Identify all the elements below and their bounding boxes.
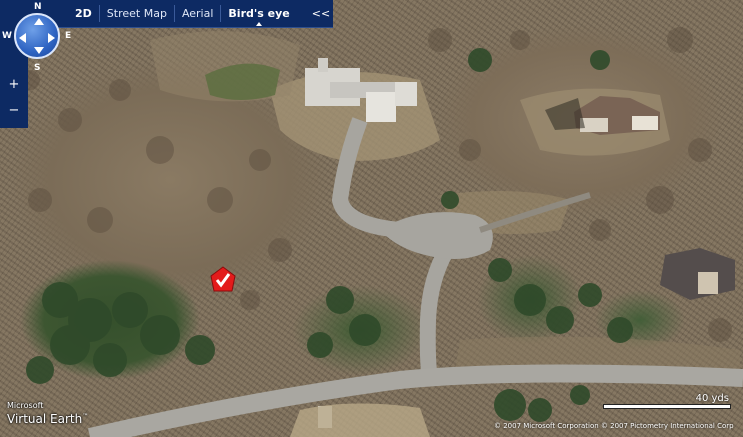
scale-line xyxy=(603,404,731,409)
brand-virtual-earth: Virtual Earth™ xyxy=(7,412,89,426)
pan-north-icon[interactable] xyxy=(34,18,44,25)
mode-street-map-button[interactable]: Street Map xyxy=(100,0,174,27)
mode-2d-button[interactable]: 2D xyxy=(68,0,99,27)
scale-label: 40 yds xyxy=(695,393,729,404)
clearing-bottom xyxy=(290,403,430,437)
cul-de-sac xyxy=(380,212,493,259)
nav-panel: + − xyxy=(0,0,60,128)
collapse-toolbar-button[interactable]: << xyxy=(311,4,331,23)
house-right xyxy=(660,248,735,300)
copyright-text: © 2007 Microsoft Corporation © 2007 Pict… xyxy=(494,422,734,430)
pan-west-icon[interactable] xyxy=(19,33,26,43)
pan-east-icon[interactable] xyxy=(48,33,55,43)
aerial-imagery xyxy=(20,27,743,437)
zoom-in-icon[interactable]: + xyxy=(4,76,24,94)
compass-south-label: S xyxy=(34,63,41,73)
compass-east-label: E xyxy=(65,31,72,41)
compass-rose[interactable] xyxy=(14,13,60,59)
virtual-earth-logo: Microsoft Virtual Earth™ xyxy=(7,401,88,426)
compass-west-label: W xyxy=(2,31,12,41)
zoom-out-icon[interactable]: − xyxy=(4,102,24,120)
location-pin-icon[interactable] xyxy=(210,266,236,292)
birdseye-map-canvas[interactable]: 2D Street Map Aerial Bird's eye << + − N… xyxy=(0,0,743,437)
pan-south-icon[interactable] xyxy=(34,47,44,54)
brand-microsoft: Microsoft xyxy=(7,401,44,410)
mode-birdseye-button[interactable]: Bird's eye xyxy=(221,0,296,27)
mode-aerial-button[interactable]: Aerial xyxy=(175,0,220,27)
scale-bar: 40 yds xyxy=(603,393,731,415)
compass-north-label: N xyxy=(34,2,42,12)
